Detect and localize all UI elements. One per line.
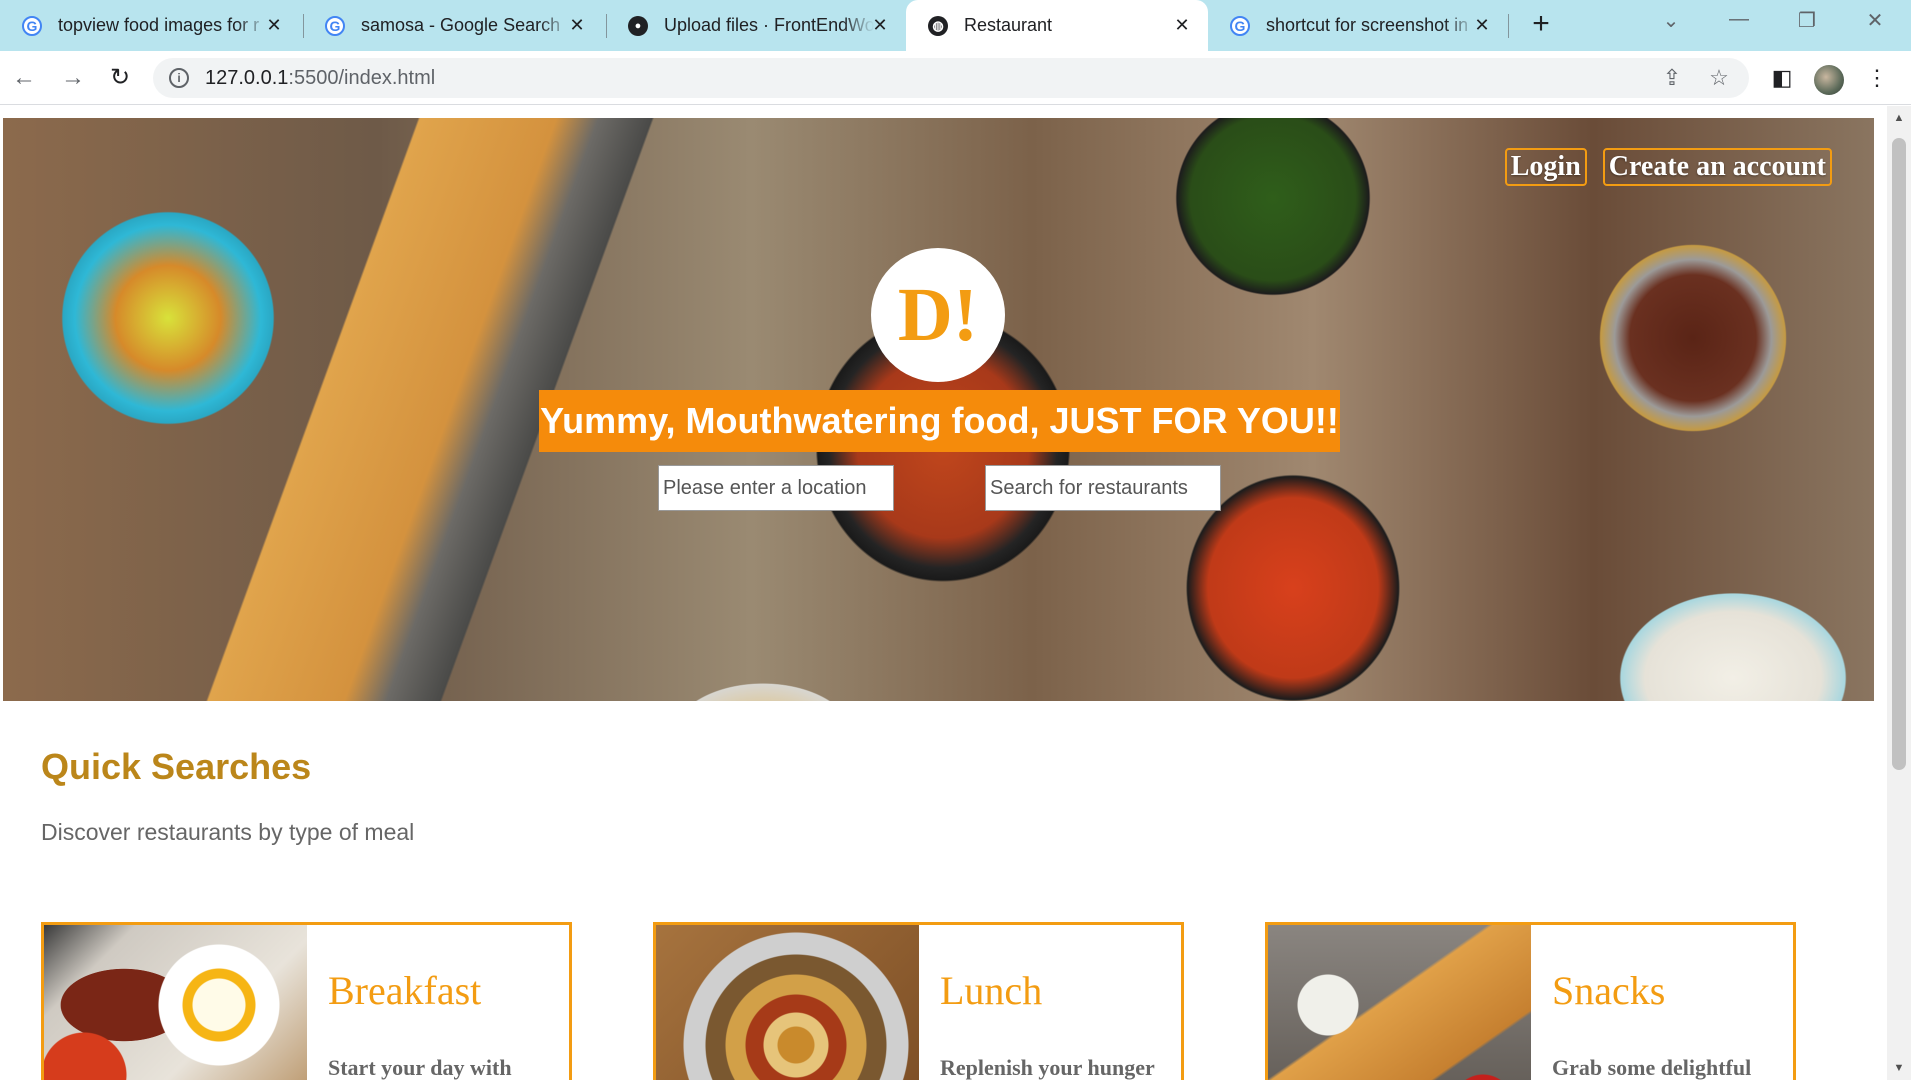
tab-title: shortcut for screenshot in — [1266, 15, 1469, 35]
close-icon[interactable]: ✕ — [1170, 13, 1194, 37]
page-viewport: Login Create an account D! Yummy, Mouthw… — [0, 106, 1887, 1080]
tab-shortcut-screenshot[interactable]: G shortcut for screenshot in ✕ — [1208, 0, 1508, 51]
tab-title: Restaurant — [964, 15, 1053, 35]
url-path: :5500/index.html — [288, 67, 436, 89]
logo: D! — [871, 248, 1005, 382]
scrollbar-thumb[interactable] — [1892, 138, 1906, 770]
meal-card-description: Grab some delightful — [1552, 1055, 1752, 1080]
meal-card-snacks[interactable]: Snacks Grab some delightful — [1265, 922, 1796, 1080]
meal-card-title: Breakfast — [328, 968, 482, 1013]
tab-strip: G topview food images for r ✕ G samosa -… — [0, 0, 1911, 51]
tab-upload-files[interactable]: ● Upload files · FrontEndWo ✕ — [606, 0, 906, 51]
create-account-button[interactable]: Create an account — [1602, 148, 1832, 186]
restore-icon[interactable]: ❐ — [1787, 8, 1827, 38]
hero-banner: Login Create an account D! Yummy, Mouthw… — [3, 118, 1874, 701]
scroll-up-icon[interactable]: ▲ — [1887, 106, 1911, 130]
meal-card-lunch[interactable]: Lunch Replenish your hunger — [653, 922, 1184, 1080]
tab-topview-food[interactable]: G topview food images for r ✕ — [0, 0, 300, 51]
side-panel-icon[interactable]: ◧ — [1768, 64, 1796, 92]
browser-toolbar: ← → ↻ i 127.0.0.1:5500/index.html ⇪ ☆ ◧ … — [0, 51, 1911, 105]
window-close-icon[interactable]: ✕ — [1855, 8, 1895, 38]
meal-card-breakfast[interactable]: Breakfast Start your day with — [41, 922, 572, 1080]
share-icon[interactable]: ⇪ — [1659, 65, 1685, 91]
page-scrollbar[interactable]: ▲ ▼ — [1887, 106, 1911, 1080]
address-bar[interactable]: i 127.0.0.1:5500/index.html ⇪ ☆ — [153, 58, 1749, 98]
url-host: 127.0.0.1 — [205, 67, 289, 89]
site-info-icon[interactable]: i — [169, 68, 189, 88]
google-icon: G — [325, 15, 345, 36]
tab-divider — [1508, 14, 1509, 38]
snacks-image — [1268, 925, 1531, 1080]
close-icon[interactable]: ✕ — [868, 13, 892, 37]
login-button[interactable]: Login — [1504, 148, 1587, 186]
breakfast-image — [44, 925, 307, 1080]
menu-dots-icon[interactable]: ⋮ — [1863, 64, 1891, 92]
meal-card-title: Lunch — [940, 968, 1043, 1013]
meal-card-description: Replenish your hunger — [940, 1055, 1155, 1080]
close-icon[interactable]: ✕ — [565, 13, 589, 37]
tab-search-chevron-icon[interactable]: ⌄ — [1651, 8, 1691, 38]
tagline: Yummy, Mouthwatering food, JUST FOR YOU!… — [539, 390, 1340, 452]
reload-icon[interactable]: ↻ — [105, 63, 135, 93]
scroll-down-icon[interactable]: ▼ — [1887, 1056, 1911, 1080]
tab-title: topview food images for r — [58, 15, 260, 35]
minimize-icon[interactable]: — — [1719, 8, 1759, 38]
lunch-image — [656, 925, 919, 1080]
quick-searches-title: Quick Searches — [41, 746, 312, 787]
globe-icon: ◍ — [928, 15, 948, 36]
meal-card-description: Start your day with — [328, 1055, 512, 1080]
new-tab-button[interactable]: + — [1525, 9, 1557, 41]
back-icon[interactable]: ← — [9, 63, 39, 93]
url-text[interactable]: 127.0.0.1:5500/index.html — [205, 67, 435, 90]
location-input[interactable] — [658, 465, 894, 511]
forward-icon[interactable]: → — [58, 63, 88, 93]
tab-title: Upload files · FrontEndWo — [664, 15, 874, 35]
profile-avatar[interactable] — [1814, 65, 1844, 95]
close-icon[interactable]: ✕ — [262, 13, 286, 37]
meal-card-title: Snacks — [1552, 968, 1666, 1013]
bookmark-star-icon[interactable]: ☆ — [1706, 65, 1732, 91]
google-icon: G — [1230, 15, 1250, 36]
quick-searches-subtitle: Discover restaurants by type of meal — [41, 819, 415, 845]
tab-samosa-search[interactable]: G samosa - Google Search ✕ — [303, 0, 603, 51]
tab-restaurant[interactable]: ◍ Restaurant ✕ — [906, 0, 1208, 51]
google-icon: G — [22, 15, 42, 36]
tab-title: samosa - Google Search — [361, 15, 561, 35]
github-icon: ● — [628, 15, 648, 36]
auth-buttons: Login Create an account — [1504, 148, 1832, 186]
close-icon[interactable]: ✕ — [1470, 13, 1494, 37]
restaurant-search-input[interactable] — [985, 465, 1221, 511]
